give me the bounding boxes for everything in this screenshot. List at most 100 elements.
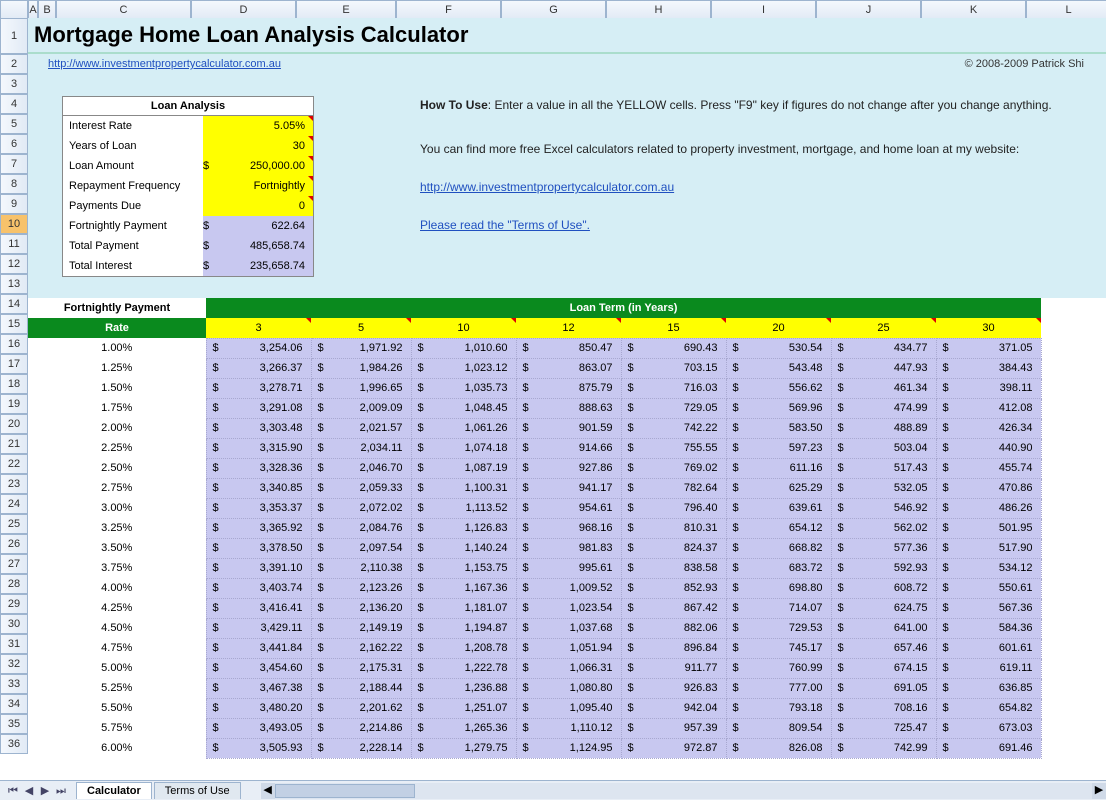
payment-cell: $501.95: [936, 518, 1041, 538]
scroll-thumb[interactable]: [275, 784, 415, 798]
row-head-11[interactable]: 11: [0, 234, 28, 254]
row-head-10[interactable]: 10: [0, 214, 28, 234]
row-head-28[interactable]: 28: [0, 574, 28, 594]
row-head-20[interactable]: 20: [0, 414, 28, 434]
analysis-input-cell[interactable]: 0: [203, 196, 313, 216]
row-head-24[interactable]: 24: [0, 494, 28, 514]
tab-calculator[interactable]: Calculator: [76, 782, 152, 799]
col-E[interactable]: E: [296, 0, 396, 20]
col-C[interactable]: C: [56, 0, 191, 20]
rate-cell: 1.25%: [28, 358, 206, 378]
table-row: 1.25%$3,266.37$1,984.26$1,023.12$863.07$…: [28, 358, 1041, 378]
last-sheet-button[interactable]: ⏭: [54, 784, 68, 798]
row-head-6[interactable]: 6: [0, 134, 28, 154]
row-head-35[interactable]: 35: [0, 714, 28, 734]
row-head-29[interactable]: 29: [0, 594, 28, 614]
payment-cell: $619.11: [936, 658, 1041, 678]
row-head-27[interactable]: 27: [0, 554, 28, 574]
rate-cell: 4.00%: [28, 578, 206, 598]
payment-cell: $927.86: [516, 458, 621, 478]
col-A[interactable]: A: [28, 0, 38, 20]
horizontal-scrollbar[interactable]: ◀ ▶: [261, 783, 1106, 799]
payment-cell: $810.31: [621, 518, 726, 538]
row-head-22[interactable]: 22: [0, 454, 28, 474]
row-head-31[interactable]: 31: [0, 634, 28, 654]
col-L[interactable]: L: [1026, 0, 1106, 20]
terms-link[interactable]: Please read the "Terms of Use".: [420, 218, 590, 232]
analysis-input-cell[interactable]: 30: [203, 136, 313, 156]
table-row: 6.00%$3,505.93$2,228.14$1,279.75$1,124.9…: [28, 738, 1041, 758]
scroll-right-icon[interactable]: ▶: [1092, 783, 1106, 799]
payment-cell: $636.85: [936, 678, 1041, 698]
first-sheet-button[interactable]: ⏮: [6, 784, 20, 798]
row-head-19[interactable]: 19: [0, 394, 28, 414]
col-G[interactable]: G: [501, 0, 606, 20]
row-head-7[interactable]: 7: [0, 154, 28, 174]
row-head-12[interactable]: 12: [0, 254, 28, 274]
row-head-14[interactable]: 14: [0, 294, 28, 314]
row-head-25[interactable]: 25: [0, 514, 28, 534]
prev-sheet-button[interactable]: ◀: [22, 784, 36, 798]
rate-cell: 3.50%: [28, 538, 206, 558]
row-head-21[interactable]: 21: [0, 434, 28, 454]
top-link[interactable]: http://www.investmentpropertycalculator.…: [48, 58, 281, 70]
analysis-label: Interest Rate: [63, 120, 203, 132]
row-head-33[interactable]: 33: [0, 674, 28, 694]
payment-cell: $384.43: [936, 358, 1041, 378]
payment-cell: $793.18: [726, 698, 831, 718]
rate-cell: 4.25%: [28, 598, 206, 618]
row-head-23[interactable]: 23: [0, 474, 28, 494]
payment-cell: $1,009.52: [516, 578, 621, 598]
col-K[interactable]: K: [921, 0, 1026, 20]
col-I[interactable]: I: [711, 0, 816, 20]
payment-cell: $546.92: [831, 498, 936, 518]
row-head-8[interactable]: 8: [0, 174, 28, 194]
row-head-17[interactable]: 17: [0, 354, 28, 374]
row-head-15[interactable]: 15: [0, 314, 28, 334]
payment-cell: $703.15: [621, 358, 726, 378]
howto-link[interactable]: http://www.investmentpropertycalculator.…: [420, 180, 674, 194]
row-head-30[interactable]: 30: [0, 614, 28, 634]
row-head-13[interactable]: 13: [0, 274, 28, 294]
row-head-5[interactable]: 5: [0, 114, 28, 134]
next-sheet-button[interactable]: ▶: [38, 784, 52, 798]
analysis-row: Loan Amount$250,000.00: [63, 156, 313, 176]
payment-cell: $474.99: [831, 398, 936, 418]
row-head-3[interactable]: 3: [0, 74, 28, 94]
payment-cell: $896.84: [621, 638, 726, 658]
payment-cell: $708.16: [831, 698, 936, 718]
payment-cell: $782.64: [621, 478, 726, 498]
row-head-18[interactable]: 18: [0, 374, 28, 394]
analysis-input-cell[interactable]: Fortnightly: [203, 176, 313, 196]
col-D[interactable]: D: [191, 0, 296, 20]
payment-cell: $624.75: [831, 598, 936, 618]
analysis-input-cell[interactable]: 5.05%: [203, 116, 313, 136]
col-B[interactable]: B: [38, 0, 56, 20]
row-head-26[interactable]: 26: [0, 534, 28, 554]
row-head-32[interactable]: 32: [0, 654, 28, 674]
payment-cell: $398.11: [936, 378, 1041, 398]
payment-cell: $654.82: [936, 698, 1041, 718]
row-head-16[interactable]: 16: [0, 334, 28, 354]
analysis-label: Total Payment: [63, 240, 203, 252]
col-F[interactable]: F: [396, 0, 501, 20]
loan-analysis-panel: Loan Analysis Interest Rate5.05%Years of…: [62, 96, 314, 277]
row-head-9[interactable]: 9: [0, 194, 28, 214]
payment-cell: $729.53: [726, 618, 831, 638]
payment-cell: $577.36: [831, 538, 936, 558]
tab-terms[interactable]: Terms of Use: [154, 782, 241, 799]
row-head-34[interactable]: 34: [0, 694, 28, 714]
col-J[interactable]: J: [816, 0, 921, 20]
howto-text-2: You can find more free Excel calculators…: [420, 140, 1070, 158]
row-head-36[interactable]: 36: [0, 734, 28, 754]
analysis-input-cell[interactable]: $250,000.00: [203, 156, 313, 176]
scroll-left-icon[interactable]: ◀: [261, 783, 275, 799]
row-head-1[interactable]: 1: [0, 18, 28, 54]
table-row: 4.75%$3,441.84$2,162.22$1,208.78$1,051.9…: [28, 638, 1041, 658]
corner-cell[interactable]: [0, 0, 28, 20]
row-head-2[interactable]: 2: [0, 54, 28, 74]
rate-cell: 5.50%: [28, 698, 206, 718]
col-H[interactable]: H: [606, 0, 711, 20]
row-head-4[interactable]: 4: [0, 94, 28, 114]
payment-cell: $888.63: [516, 398, 621, 418]
